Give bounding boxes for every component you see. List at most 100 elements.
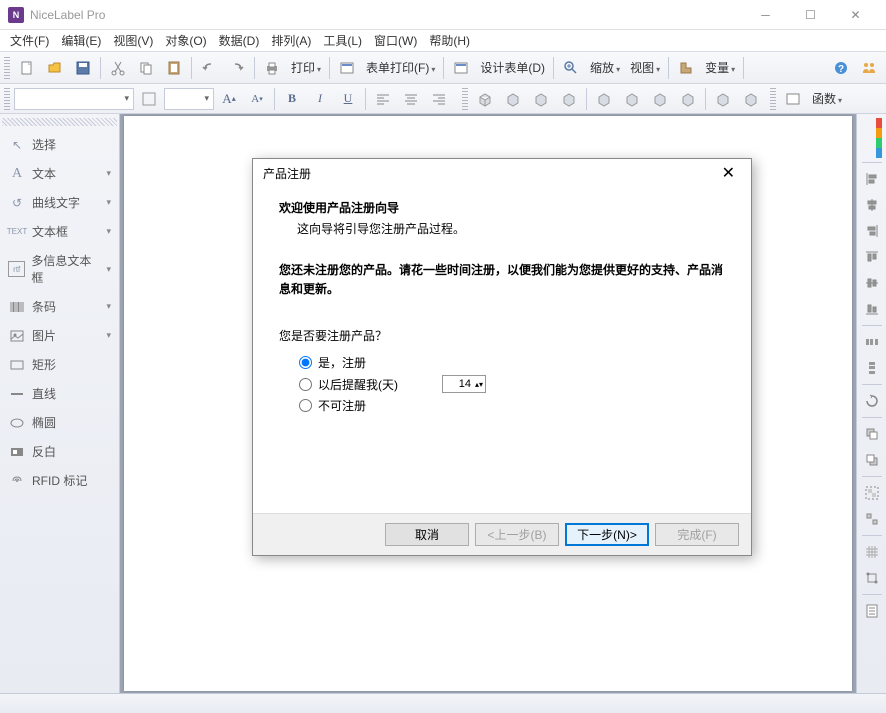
tool-rtf[interactable]: rtf多信息文本框▾ — [2, 246, 117, 292]
paste-button[interactable] — [161, 55, 187, 81]
tool-inverse[interactable]: 反白 — [2, 437, 117, 466]
3d-tool-7[interactable] — [647, 86, 673, 112]
tool-rfid[interactable]: RFID 标记 — [2, 466, 117, 495]
save-button[interactable] — [70, 55, 96, 81]
toolbar-grip[interactable] — [4, 57, 10, 79]
bring-front-icon[interactable] — [860, 422, 884, 446]
variable-icon[interactable] — [673, 55, 699, 81]
days-spinner[interactable]: 14 ▴▾ — [442, 375, 486, 393]
print-button[interactable] — [259, 55, 285, 81]
send-back-icon[interactable] — [860, 448, 884, 472]
print-label[interactable]: 打印▾ — [287, 59, 325, 76]
align-right-icon[interactable] — [860, 219, 884, 243]
copy-button[interactable] — [133, 55, 159, 81]
3d-tool-4[interactable] — [556, 86, 582, 112]
tool-textbox[interactable]: TEXT文本框▾ — [2, 217, 117, 246]
underline-button[interactable]: U — [335, 86, 361, 112]
align-center-button[interactable] — [398, 86, 424, 112]
menu-tools[interactable]: 工具(L) — [317, 30, 368, 51]
font-decrease-button[interactable]: A▾ — [244, 86, 270, 112]
radio-yes-input[interactable] — [299, 356, 312, 369]
align-left-icon[interactable] — [860, 167, 884, 191]
align-right-button[interactable] — [426, 86, 452, 112]
radio-never-input[interactable] — [299, 399, 312, 412]
3d-tool-3[interactable] — [528, 86, 554, 112]
tool-ellipse[interactable]: 椭圆 — [2, 408, 117, 437]
ungroup-icon[interactable] — [860, 507, 884, 531]
menu-view[interactable]: 视图(V) — [107, 30, 159, 51]
minimize-button[interactable]: ─ — [743, 1, 788, 29]
grid-icon[interactable] — [860, 540, 884, 564]
3d-tool-5[interactable] — [591, 86, 617, 112]
design-form-label[interactable]: 设计表单(D) — [476, 59, 549, 76]
3d-tool-10[interactable] — [738, 86, 764, 112]
new-button[interactable] — [14, 55, 40, 81]
close-button[interactable]: ✕ — [833, 1, 878, 29]
tool-select[interactable]: ↖选择 — [2, 130, 117, 159]
menu-file[interactable]: 文件(F) — [4, 30, 55, 51]
undo-button[interactable] — [196, 55, 222, 81]
font-size-combo[interactable]: ▾ — [164, 88, 214, 110]
menu-data[interactable]: 数据(D) — [213, 30, 266, 51]
group-icon[interactable] — [860, 481, 884, 505]
zoom-icon[interactable] — [558, 55, 584, 81]
align-top-icon[interactable] — [860, 245, 884, 269]
italic-button[interactable]: I — [307, 86, 333, 112]
font-dialog-button[interactable] — [136, 86, 162, 112]
variable-label[interactable]: 变量▾ — [701, 59, 739, 76]
tool-curved-text[interactable]: ↺曲线文字▾ — [2, 188, 117, 217]
dialog-close-button[interactable]: ✕ — [716, 163, 741, 183]
tool-barcode[interactable]: 条码▾ — [2, 292, 117, 321]
toolbar-grip[interactable] — [462, 88, 468, 110]
toolbox-grip[interactable] — [2, 118, 117, 126]
menu-arrange[interactable]: 排列(A) — [265, 30, 317, 51]
bold-button[interactable]: B — [279, 86, 305, 112]
zoom-label[interactable]: 缩放▾ — [586, 59, 624, 76]
radio-later-input[interactable] — [299, 378, 312, 391]
align-bottom-icon[interactable] — [860, 297, 884, 321]
properties-icon[interactable] — [860, 599, 884, 623]
form-print-icon[interactable] — [334, 55, 360, 81]
font-increase-button[interactable]: A▴ — [216, 86, 242, 112]
users-button[interactable] — [856, 55, 882, 81]
redo-button[interactable] — [224, 55, 250, 81]
tool-line[interactable]: 直线 — [2, 379, 117, 408]
align-middle-icon[interactable] — [860, 271, 884, 295]
3d-tool-1[interactable] — [472, 86, 498, 112]
font-family-combo[interactable]: ▾ — [14, 88, 134, 110]
tool-image[interactable]: 图片▾ — [2, 321, 117, 350]
align-center-h-icon[interactable] — [860, 193, 884, 217]
design-form-icon[interactable] — [448, 55, 474, 81]
3d-tool-6[interactable] — [619, 86, 645, 112]
color-strip[interactable] — [876, 118, 882, 158]
view-label[interactable]: 视图▾ — [626, 59, 664, 76]
tool-rectangle[interactable]: 矩形 — [2, 350, 117, 379]
rotate-icon[interactable] — [860, 389, 884, 413]
maximize-button[interactable]: ☐ — [788, 1, 833, 29]
3d-tool-2[interactable] — [500, 86, 526, 112]
radio-never[interactable]: 不可注册 — [299, 395, 725, 416]
cut-button[interactable] — [105, 55, 131, 81]
distribute-h-icon[interactable] — [860, 330, 884, 354]
radio-later[interactable]: 以后提醒我(天) 14 ▴▾ — [299, 373, 725, 395]
help-button[interactable]: ? — [828, 55, 854, 81]
function-label[interactable]: 函数▾ — [808, 90, 846, 107]
form-print-label[interactable]: 表单打印(F)▾ — [362, 59, 439, 76]
cancel-button[interactable]: 取消 — [385, 523, 469, 546]
tool-text[interactable]: A文本▾ — [2, 159, 117, 188]
function-icon[interactable] — [780, 86, 806, 112]
snap-icon[interactable] — [860, 566, 884, 590]
menu-edit[interactable]: 编辑(E) — [55, 30, 107, 51]
toolbar-grip[interactable] — [4, 88, 10, 110]
align-left-button[interactable] — [370, 86, 396, 112]
3d-tool-9[interactable] — [710, 86, 736, 112]
distribute-v-icon[interactable] — [860, 356, 884, 380]
menu-window[interactable]: 窗口(W) — [368, 30, 423, 51]
toolbar-grip[interactable] — [770, 88, 776, 110]
open-button[interactable] — [42, 55, 68, 81]
menu-object[interactable]: 对象(O) — [159, 30, 212, 51]
radio-yes[interactable]: 是，注册 — [299, 352, 725, 373]
3d-tool-8[interactable] — [675, 86, 701, 112]
next-button[interactable]: 下一步(N)> — [565, 523, 649, 546]
menu-help[interactable]: 帮助(H) — [423, 30, 476, 51]
